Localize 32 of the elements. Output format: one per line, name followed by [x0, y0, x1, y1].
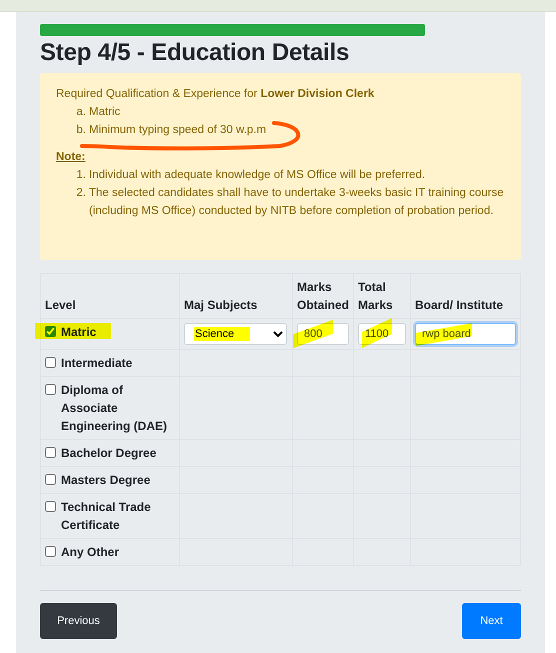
level-label: Intermediate	[61, 355, 132, 372]
checkbox[interactable]	[45, 474, 56, 485]
requirement-item: Matric	[89, 105, 120, 120]
column-header: Total Marks	[354, 274, 410, 318]
level-label: Matric	[61, 324, 96, 341]
checkbox[interactable]	[45, 447, 56, 458]
column-header: Board/ Institute	[410, 274, 520, 318]
list-marker: 2.	[75, 186, 86, 201]
level-label: Any Other	[61, 544, 120, 561]
note-item: The selected candidates shall have to undertake 3-weeks basic IT training course (including MS Office) conducted by NITB before completion of probation period.	[89, 186, 505, 219]
page-title: Step 4/5 - Education Details	[40, 39, 350, 67]
list-marker: 1.	[75, 168, 86, 183]
note-label: Note:	[56, 150, 86, 165]
level-label: Masters Degree	[61, 472, 150, 489]
note-item: Individual with adequate knowledge of MS Office will be preferred.	[89, 168, 426, 183]
level-label: Bachelor Degree	[61, 445, 156, 462]
requirement-text: Required Qualification & Experience for Lower Division Clerk	[56, 87, 376, 102]
list-marker: b.	[75, 123, 86, 138]
column-header: Level	[40, 274, 180, 318]
checkbox[interactable]	[45, 546, 56, 557]
column-header: Maj Subjects	[180, 274, 292, 318]
level-label: Diploma of Associate Engineering (DAE)	[61, 382, 168, 435]
next-button[interactable]: Next	[462, 603, 521, 639]
checkbox[interactable]	[45, 501, 56, 512]
requirement-item: Minimum typing speed of 30 w.p.m	[89, 123, 266, 138]
highlight-mark	[194, 327, 250, 341]
checkbox[interactable]	[45, 357, 56, 368]
checkbox[interactable]	[45, 384, 56, 395]
level-label: Technical Trade Certificate	[61, 499, 152, 534]
previous-button[interactable]: Previous	[40, 603, 117, 639]
column-header: Marks Obtained	[292, 274, 354, 318]
list-marker: a.	[75, 105, 86, 120]
